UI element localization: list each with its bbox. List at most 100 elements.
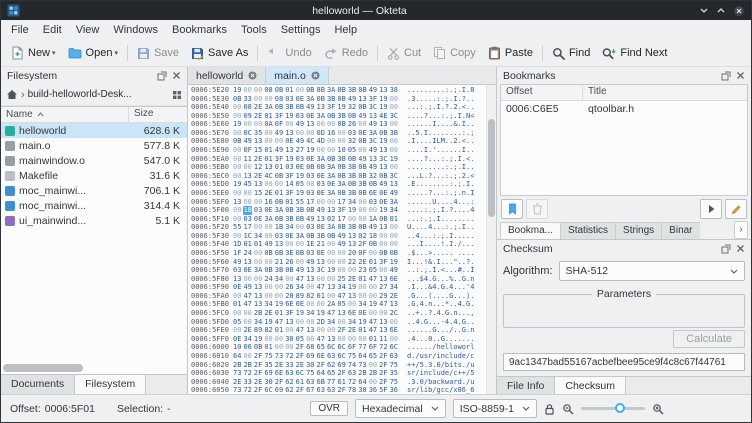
hex-byte[interactable]: 38 xyxy=(390,86,398,95)
file-row[interactable]: moc_mainwi... 314.4 K xyxy=(1,198,187,213)
add-bookmark-button[interactable] xyxy=(501,199,523,219)
hex-byte[interactable]: 00 xyxy=(327,249,335,258)
hex-byte[interactable]: 00 xyxy=(390,146,398,155)
hex-byte[interactable]: 2A xyxy=(327,300,335,309)
readonly-lock-button[interactable] xyxy=(544,403,555,415)
hex-byte[interactable]: 63 xyxy=(327,352,335,361)
menu-item[interactable]: Help xyxy=(327,22,364,38)
hex-byte[interactable]: 0B xyxy=(358,103,366,112)
hex-byte[interactable]: 62 xyxy=(285,378,293,387)
hex-byte[interactable]: 17 xyxy=(337,215,345,224)
hex-byte[interactable]: 0B xyxy=(379,249,387,258)
hex-byte[interactable]: 47 xyxy=(275,318,283,327)
float-panel-button[interactable] xyxy=(721,244,731,254)
hex-byte[interactable]: 3F xyxy=(379,258,387,267)
hex-byte[interactable]: 0B xyxy=(275,198,283,207)
hex-byte[interactable]: 3F xyxy=(369,95,377,104)
hex-byte[interactable]: 01 xyxy=(390,215,398,224)
hex-byte[interactable]: 0B xyxy=(379,172,387,181)
hex-byte[interactable]: 49 xyxy=(369,146,377,155)
title-column-header[interactable]: Title xyxy=(583,85,747,100)
hex-chars[interactable]: .I...&4.G.4...'4 xyxy=(407,283,474,292)
hex-byte[interactable]: 13 xyxy=(390,180,398,189)
hex-byte[interactable]: 49 xyxy=(264,240,272,249)
hex-byte[interactable]: 2E xyxy=(243,326,251,335)
hex-byte[interactable]: 64 xyxy=(358,378,366,387)
hex-byte[interactable]: 00 xyxy=(358,198,366,207)
hex-byte[interactable]: 00 xyxy=(254,275,262,284)
hex-byte[interactable]: 49 xyxy=(296,120,304,129)
hex-row[interactable]: 0006:5E4000082E3A0B3B0B49133F19320B3C190… xyxy=(191,103,486,112)
hex-byte[interactable]: 49 xyxy=(243,283,251,292)
hex-byte[interactable]: 00 xyxy=(243,163,251,172)
hex-byte[interactable]: 30 xyxy=(285,335,293,344)
hex-byte[interactable]: 00 xyxy=(264,180,272,189)
hex-byte[interactable]: 82 xyxy=(306,292,314,301)
hex-byte[interactable]: 49 xyxy=(306,103,314,112)
hex-byte[interactable]: 2E xyxy=(254,172,262,181)
hex-byte[interactable]: 2B xyxy=(233,361,241,370)
hex-byte[interactable]: 00 xyxy=(327,240,335,249)
hex-byte[interactable]: 73 xyxy=(275,352,283,361)
hex-chars[interactable]: ++/5.3.0/bits./u xyxy=(407,361,474,370)
hex-byte[interactable]: 13 xyxy=(306,120,314,129)
hex-chars[interactable]: sr/include/c++/5 xyxy=(407,369,474,378)
hex-row[interactable]: 0006:5F1000030E3A0B3B0B4913021700001A0B0… xyxy=(191,215,486,224)
hex-byte[interactable]: 62 xyxy=(327,361,335,370)
hex-byte[interactable]: 0B xyxy=(275,103,283,112)
hex-byte[interactable]: 49 xyxy=(296,137,304,146)
hex-byte[interactable]: 12 xyxy=(254,163,262,172)
hex-row[interactable]: 0006:5ED01945130000140500030E3A0B3B0B491… xyxy=(191,180,486,189)
hex-byte[interactable]: 13 xyxy=(379,86,387,95)
hex-byte[interactable]: 64 xyxy=(233,352,241,361)
hex-byte[interactable]: 45 xyxy=(243,180,251,189)
hex-byte[interactable]: 00 xyxy=(390,223,398,232)
hex-byte[interactable]: 01 xyxy=(264,146,272,155)
hex-byte[interactable]: 49 xyxy=(358,155,366,164)
hex-chars[interactable]: sr/lib/gcc/x86_6 xyxy=(407,386,474,394)
hex-byte[interactable]: 6E xyxy=(369,189,377,198)
hex-byte[interactable]: 00 xyxy=(233,292,241,301)
hex-byte[interactable]: 2E xyxy=(264,189,272,198)
hex-byte[interactable]: 0B xyxy=(358,163,366,172)
hex-byte[interactable]: 49 xyxy=(275,146,283,155)
hex-chars[interactable]: ..5.I........:.; xyxy=(407,129,474,138)
hex-byte[interactable]: 3F xyxy=(337,206,345,215)
home-button[interactable] xyxy=(6,89,18,100)
hex-byte[interactable]: 13 xyxy=(327,283,335,292)
hex-byte[interactable]: 00 xyxy=(358,215,366,224)
hex-byte[interactable]: 75 xyxy=(306,369,314,378)
hex-byte[interactable]: 47 xyxy=(296,326,304,335)
hex-byte[interactable]: 3A xyxy=(264,215,272,224)
menu-item[interactable]: File xyxy=(4,22,36,38)
hex-byte[interactable]: 19 xyxy=(390,258,398,267)
hex-byte[interactable]: 00 xyxy=(317,198,325,207)
hex-chars[interactable]: .E........:.;.I. xyxy=(407,180,474,189)
hex-byte[interactable]: 00 xyxy=(264,283,272,292)
hex-byte[interactable]: 11 xyxy=(243,155,251,164)
hex-chars[interactable]: ....?...:.;.I.<. xyxy=(407,155,474,164)
hex-byte[interactable]: 2E xyxy=(348,275,356,284)
hex-chars[interactable]: ......U....4...: xyxy=(407,198,474,207)
hex-byte[interactable]: 00 xyxy=(275,283,283,292)
hex-byte[interactable]: 0B xyxy=(348,180,356,189)
hex-byte[interactable]: 24 xyxy=(264,275,272,284)
zoom-slider[interactable] xyxy=(581,407,645,410)
hex-byte[interactable]: 19 xyxy=(233,86,241,95)
hex-byte[interactable]: 01 xyxy=(264,112,272,121)
hex-byte[interactable]: 00 xyxy=(379,266,387,275)
hex-byte[interactable]: 00 xyxy=(306,318,314,327)
hex-byte[interactable]: 01 xyxy=(275,309,283,318)
hex-byte[interactable]: 33 xyxy=(285,361,293,370)
hex-row[interactable]: 0006:5F000018030E3A0B3B0B49133F190000193… xyxy=(191,206,486,215)
hex-byte[interactable]: 01 xyxy=(264,155,272,164)
hex-chars[interactable]: .I....ILM..2.<.. xyxy=(407,137,474,146)
hex-byte[interactable]: 0E xyxy=(317,172,325,181)
hex-chars[interactable]: ....:.;.I.?....4 xyxy=(407,206,474,215)
hex-row[interactable]: 0006:5E300B33000008030E3A0B3B0B49133F190… xyxy=(191,95,486,104)
hex-byte[interactable]: 00 xyxy=(233,172,241,181)
hex-byte[interactable]: 30 xyxy=(306,361,314,370)
hex-byte[interactable]: 72 xyxy=(285,352,293,361)
hex-byte[interactable]: 00 xyxy=(296,240,304,249)
hex-row[interactable]: 0006:5EA000112E013F19030E3A0B3B0B49133C1… xyxy=(191,155,486,164)
